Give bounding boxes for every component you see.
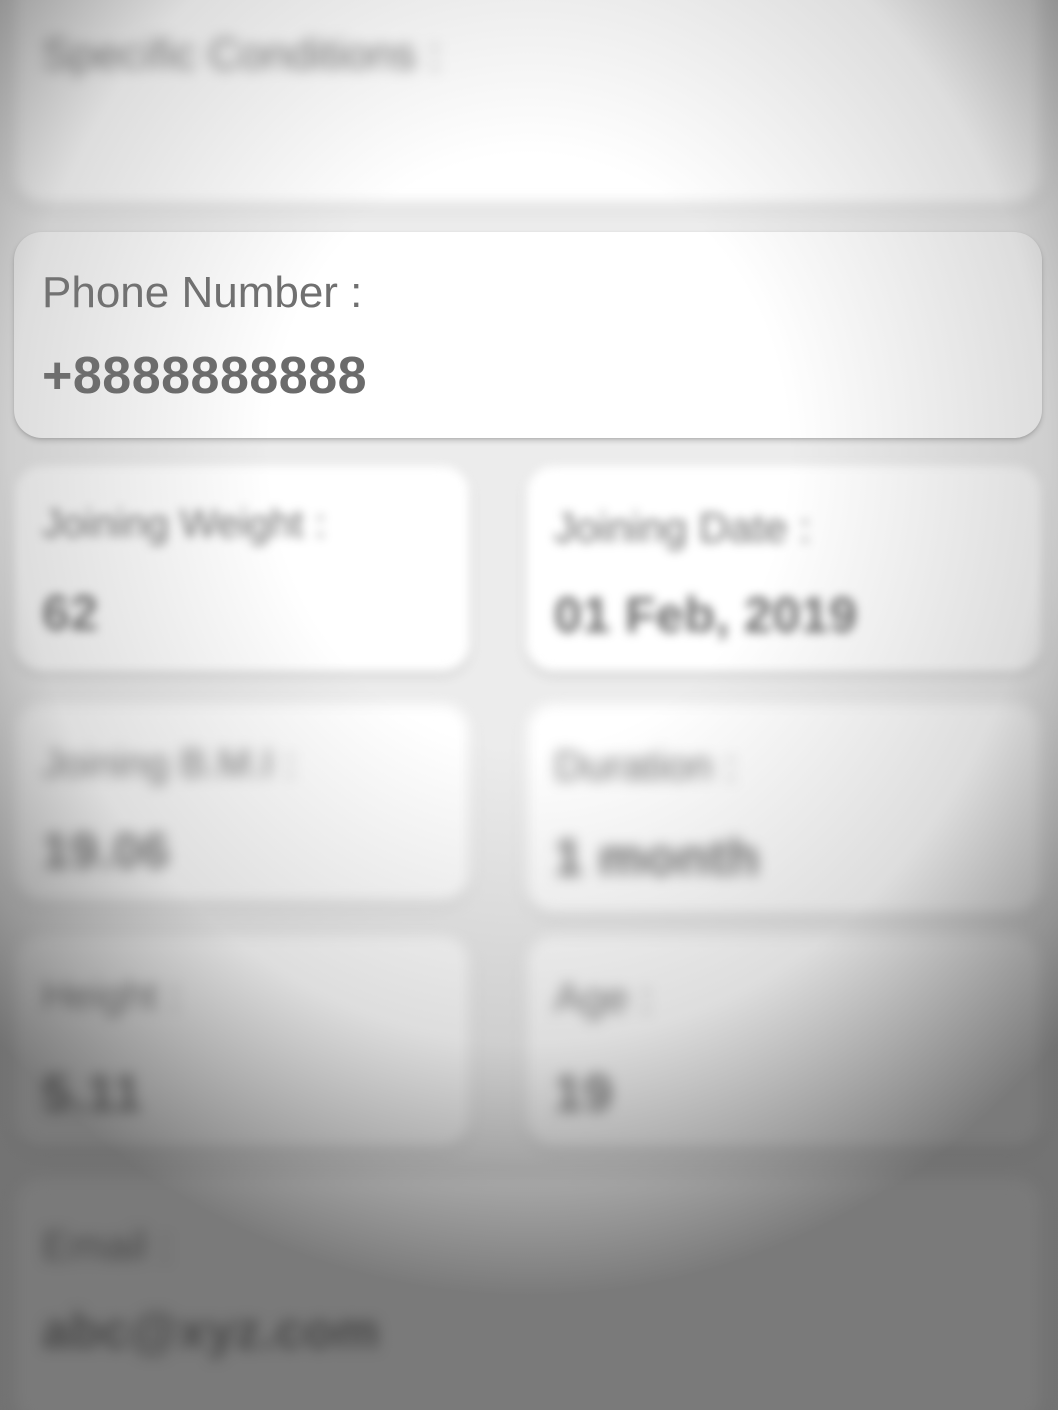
email-card: Email : abc@xyz.com bbox=[14, 1178, 1042, 1410]
duration-value: 1 month bbox=[554, 829, 760, 887]
height-value: 5.11 bbox=[42, 1065, 143, 1123]
height-label: Height : bbox=[42, 974, 180, 1018]
joining-weight-value: 62 bbox=[42, 585, 99, 641]
joining-bmi-card: Joining B.M.I : 19.06 bbox=[14, 704, 470, 902]
age-label: Age : bbox=[554, 974, 653, 1021]
specific-conditions-label: Specific Conditions : bbox=[42, 30, 441, 79]
joining-bmi-label: Joining B.M.I : bbox=[42, 742, 296, 786]
duration-card: Duration : 1 month bbox=[526, 704, 1042, 914]
joining-date-value: 01 Feb, 2019 bbox=[554, 587, 858, 643]
email-value: abc@xyz.com bbox=[42, 1303, 380, 1359]
height-card: Height : 5.11 bbox=[14, 936, 470, 1148]
duration-label: Duration : bbox=[554, 742, 737, 789]
age-value: 19 bbox=[554, 1065, 613, 1123]
joining-date-label: Joining Date : bbox=[554, 504, 811, 551]
profile-details-screen: Specific Conditions : Phone Number : +88… bbox=[0, 0, 1058, 1410]
age-card: Age : 19 bbox=[526, 936, 1042, 1148]
specific-conditions-card: Specific Conditions : bbox=[14, 0, 1042, 204]
phone-number-value: +8888888888 bbox=[42, 347, 368, 405]
joining-date-card: Joining Date : 01 Feb, 2019 bbox=[526, 466, 1042, 672]
phone-number-label: Phone Number : bbox=[42, 268, 363, 317]
email-label: Email : bbox=[42, 1222, 171, 1269]
joining-bmi-value: 19.06 bbox=[42, 823, 170, 879]
phone-number-card: Phone Number : +8888888888 bbox=[14, 232, 1042, 438]
joining-weight-label: Joining Weight : bbox=[42, 502, 326, 546]
joining-weight-card: Joining Weight : 62 bbox=[14, 466, 470, 672]
